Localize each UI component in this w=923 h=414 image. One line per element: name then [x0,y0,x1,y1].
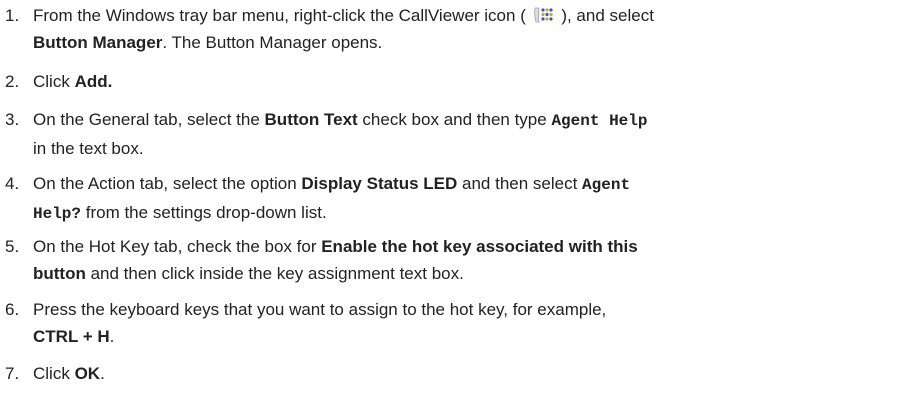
step-number: 1. [5,6,20,25]
step-text: On the General tab, select the Button Te… [33,110,648,158]
step-text: On the Action tab, select the option Dis… [33,174,631,223]
step-number: 3. [5,110,20,129]
step-number: 7. [5,364,20,383]
step-text: On the Hot Key tab, check the box for En… [33,237,638,283]
step-text: Press the keyboard keys that you want to… [33,300,607,346]
step-number: 2. [5,72,20,91]
step-text: From the Windows tray bar menu, right-cl… [33,5,654,52]
instruction-steps: 1. From the Windows tray bar menu, right… [0,0,923,414]
step-number: 4. [5,174,20,193]
step-text: Click Add. [33,72,113,91]
step-text: Click OK. [33,364,105,383]
callviewer-icon [533,5,555,25]
step-number: 6. [5,300,20,319]
step-number: 5. [5,237,20,256]
